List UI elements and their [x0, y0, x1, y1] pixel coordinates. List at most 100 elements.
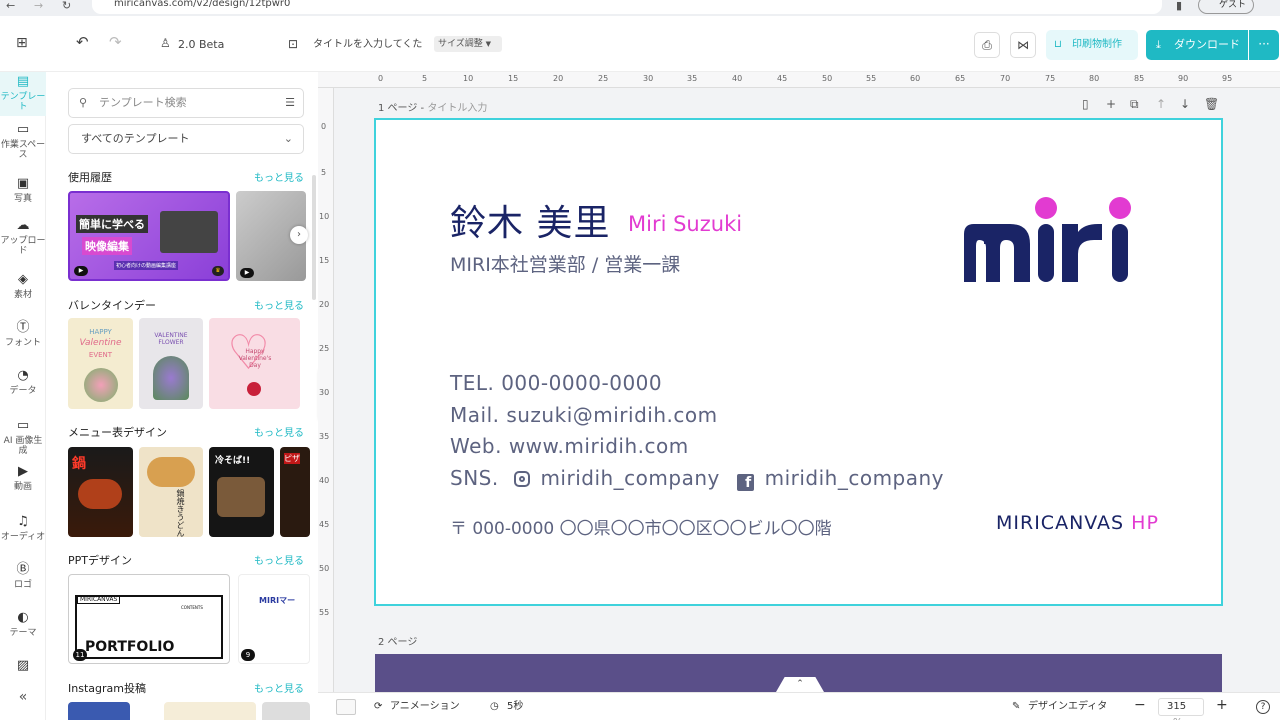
zoom-input[interactable]: 315 %: [1158, 698, 1204, 720]
ruler-tick: 30: [643, 74, 654, 83]
template-thumb-instagram-3[interactable]: [262, 702, 310, 720]
template-filter-select[interactable]: すべてのテンプレート ⌄: [68, 124, 304, 154]
rail-item-pattern[interactable]: ▨: [0, 658, 46, 676]
template-thumb-menu-1[interactable]: 鍋: [68, 447, 133, 537]
ruler-left: 0 5 10 15 20 25 30 35 40 45 50 55: [318, 88, 334, 692]
template-thumb-valentine-2[interactable]: VALENTINE FLOWER: [139, 318, 203, 409]
see-more-link[interactable]: もっと見る: [254, 680, 304, 695]
page-title-input[interactable]: タイトル入力: [427, 103, 487, 114]
template-thumb-menu-2[interactable]: 鍋焼きうどん: [139, 447, 203, 537]
rail-item-upload[interactable]: ☁ アップロード: [0, 218, 46, 256]
template-thumb-instagram-1[interactable]: [68, 702, 130, 720]
rail-item-template[interactable]: ▤ テンプレート: [0, 72, 46, 116]
redo-icon[interactable]: ↷: [109, 35, 122, 50]
template-thumb-menu-4[interactable]: ピザ: [280, 447, 310, 537]
rail-item-theme[interactable]: ◐ テーマ: [0, 610, 46, 638]
card-department[interactable]: MIRI本社営業部 / 営業一課: [450, 250, 680, 277]
rail-item-workspace[interactable]: ▭ 作業スペース: [0, 122, 46, 160]
size-adjust-button[interactable]: サイズ調整 ▼: [434, 36, 502, 52]
zoom-out-icon[interactable]: −: [1134, 698, 1146, 712]
page-memo-icon[interactable]: ▯: [1082, 97, 1089, 111]
card-web[interactable]: Web. www.miridih.com: [450, 434, 689, 458]
animation-button[interactable]: アニメーション: [390, 700, 460, 714]
card-mail[interactable]: Mail. suzuki@miridih.com: [450, 403, 718, 427]
add-page-icon[interactable]: +: [1106, 97, 1116, 111]
more-options-icon[interactable]: ···: [1249, 30, 1279, 60]
design-page-1[interactable]: 鈴木 美里 Miri Suzuki MIRI本社営業部 / 営業一課 TEL. …: [374, 118, 1223, 606]
panel-scrollbar[interactable]: [312, 175, 316, 300]
card-name-en[interactable]: Miri Suzuki: [628, 212, 742, 236]
template-thumb-valentine-1[interactable]: HAPPY Valentine EVENT: [68, 318, 133, 409]
card-name-jp[interactable]: 鈴木 美里: [450, 194, 610, 246]
save-icon[interactable]: ⎙: [974, 32, 1000, 58]
share-icon[interactable]: ⋈: [1010, 32, 1036, 58]
template-thumb-recent-1[interactable]: 簡単に学べる 映像編集 初心者向けの動画編集講座 ▶ ♛: [68, 191, 230, 281]
template-thumb-ppt-2[interactable]: MIRIマー 9: [238, 574, 310, 664]
ruler-tick: 5: [422, 74, 428, 83]
template-thumb-menu-3[interactable]: 冷そば!!: [209, 447, 274, 537]
back-arrow-icon[interactable]: ←: [6, 0, 15, 12]
page-thumbnail[interactable]: [336, 699, 356, 715]
duplicate-page-icon[interactable]: ⧉: [1130, 97, 1139, 112]
canvas-workspace[interactable]: 0 5 10 15 20 25 30 35 40 45 50 55 60 65 …: [318, 72, 1280, 692]
print-order-button[interactable]: ⊔ 印刷物制作: [1046, 30, 1138, 60]
version-icon: ♙: [160, 36, 171, 50]
ruler-tick: 55: [866, 74, 877, 83]
help-icon[interactable]: ?: [1256, 700, 1270, 714]
template-thumb-valentine-3[interactable]: ♡ Happy Valentine's Day: [209, 318, 300, 409]
ruler-tick: 25: [319, 344, 330, 353]
see-more-link[interactable]: もっと見る: [254, 297, 304, 312]
search-icon: ⚲: [79, 96, 88, 109]
design-editor-icon[interactable]: ✎: [1012, 700, 1020, 714]
see-more-link[interactable]: もっと見る: [254, 169, 304, 184]
chevron-right-icon[interactable]: ›: [290, 226, 308, 244]
rail-item-label: 写真: [13, 194, 32, 204]
section-title-ppt: PPTデザイン: [68, 554, 132, 567]
delete-page-icon[interactable]: 🗑: [1204, 97, 1219, 111]
zoom-in-icon[interactable]: +: [1216, 698, 1228, 712]
rail-item-ai-image[interactable]: ▭ AI 画像生成: [0, 418, 46, 456]
home-grid-icon[interactable]: ⊞: [16, 36, 28, 50]
timer-icon[interactable]: ◷: [490, 700, 499, 714]
ai-image-icon: ▭: [16, 418, 30, 433]
reload-icon[interactable]: ↻: [62, 0, 71, 12]
see-more-link[interactable]: もっと見る: [254, 424, 304, 439]
card-hp-link[interactable]: MIRICANVAS HP: [996, 512, 1159, 534]
rail-item-data[interactable]: ◔ データ: [0, 368, 46, 396]
card-sns-line[interactable]: SNS. miridih_company f miridih_company: [450, 466, 944, 491]
rail-item-elements[interactable]: ◈ 素材: [0, 272, 46, 300]
template-thumb-ppt-1[interactable]: MIRICANVAS CONTENTS PORTFOLIO 11: [68, 574, 230, 664]
see-more-link[interactable]: もっと見る: [254, 552, 304, 567]
filter-icon[interactable]: ☰: [285, 89, 295, 117]
rail-item-audio[interactable]: ♫ オーディオ: [0, 514, 46, 542]
profile-button[interactable]: ゲスト: [1198, 0, 1254, 14]
folder-icon[interactable]: ⊡: [288, 37, 298, 51]
address-bar[interactable]: miricanvas.com/v2/design/12tpwr0: [92, 0, 1162, 14]
card-hp-accent: HP: [1131, 512, 1159, 534]
card-tel[interactable]: TEL. 000-0000-0000: [450, 371, 662, 395]
collapse-rail-icon[interactable]: «: [0, 690, 46, 704]
move-page-up-icon[interactable]: ↑: [1156, 97, 1166, 111]
url-text: miricanvas.com/v2/design/12tpwr0: [114, 0, 291, 9]
rail-item-video[interactable]: ▶ 動画: [0, 464, 46, 492]
sidepanel-icon[interactable]: ▮: [1176, 0, 1182, 12]
cart-icon: ⊔: [1054, 39, 1062, 50]
animation-icon[interactable]: ⟳: [374, 700, 382, 714]
rail-item-font[interactable]: Ⓣ フォント: [0, 320, 46, 348]
template-thumb-instagram-2[interactable]: [164, 702, 256, 720]
download-button[interactable]: ⤓ ダウンロード: [1146, 30, 1248, 60]
search-placeholder: テンプレート検索: [99, 96, 187, 109]
rail-item-photo[interactable]: ▣ 写真: [0, 176, 46, 204]
forward-arrow-icon[interactable]: →: [34, 0, 43, 12]
rail-item-label: 素材: [13, 290, 32, 300]
title-input[interactable]: タイトルを入力してくた: [313, 38, 422, 52]
move-page-down-icon[interactable]: ↓: [1180, 97, 1190, 111]
design-editor-button[interactable]: デザインエディタ: [1028, 700, 1107, 714]
miri-logo[interactable]: [962, 194, 1158, 290]
rail-item-logo[interactable]: Ⓑ ロゴ: [0, 562, 46, 590]
undo-icon[interactable]: ↶: [76, 35, 89, 50]
card-address[interactable]: 〒 000-0000 〇〇県〇〇市〇〇区〇〇ビル〇〇階: [450, 514, 832, 539]
template-search-input[interactable]: ⚲ テンプレート検索 ☰: [68, 88, 304, 118]
version-label[interactable]: 2.0 Beta: [178, 38, 224, 52]
duration-button[interactable]: 5秒: [507, 700, 523, 714]
